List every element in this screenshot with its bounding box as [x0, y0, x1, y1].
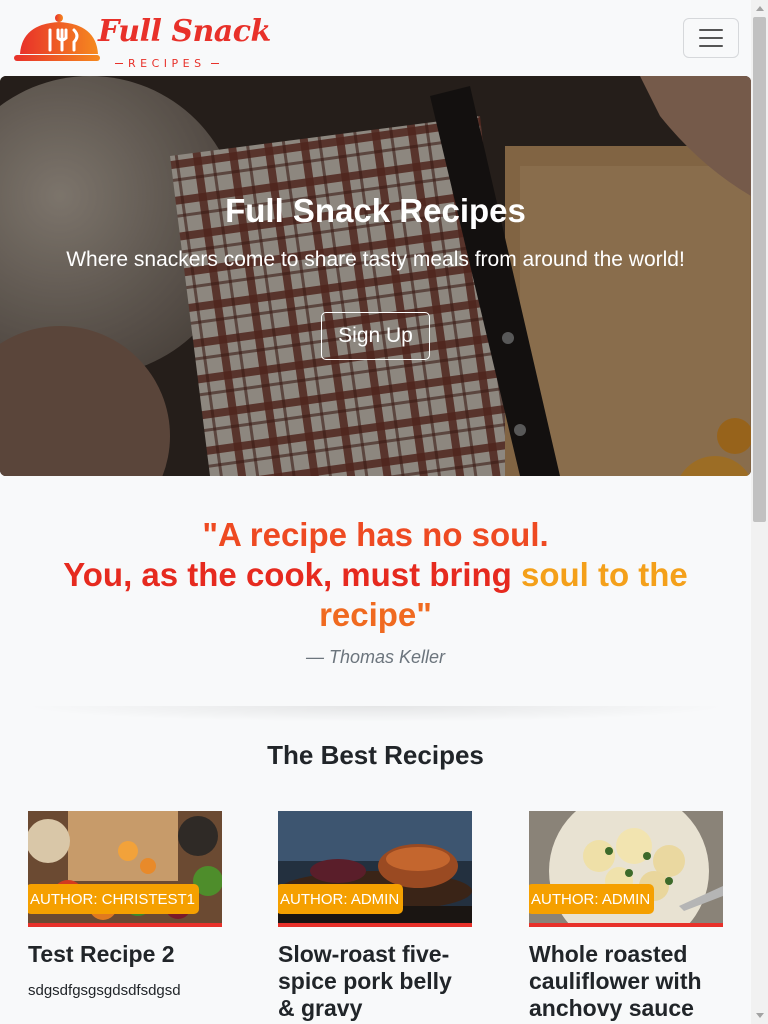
page: Full Snack RECIPES Full Snack Recipes Wh…	[0, 0, 751, 1024]
hero-subtitle: Where snackers come to share tasty meals…	[66, 248, 685, 271]
recipe-card[interactable]: AUTHOR: CHRISTEST1 Test Recipe 2 sdgsdfg…	[28, 811, 222, 999]
quote-author: — Thomas Keller	[305, 647, 446, 667]
best-recipes-heading: The Best Recipes	[267, 740, 484, 770]
brand-subtitle: RECIPES	[115, 57, 219, 70]
author-badge: AUTHOR: ADMIN	[278, 884, 404, 914]
scroll-down-arrow[interactable]	[751, 1007, 768, 1024]
recipe-title[interactable]: Whole roasted cauliflower with anchovy s…	[529, 941, 723, 1022]
author-badge: AUTHOR: ADMIN	[529, 884, 655, 914]
quote-line-3: recipe"	[319, 596, 432, 633]
brand-subtitle-text: RECIPES	[128, 57, 206, 70]
recipe-description: sdgsdfgsgsgdsdfsdgsd	[28, 982, 181, 999]
page-scrollbar[interactable]	[751, 0, 768, 1024]
quote-line-2: You, as the cook, must bring soul to the	[20, 555, 731, 595]
recipe-image[interactable]: AUTHOR: ADMIN	[278, 811, 472, 927]
scroll-up-arrow[interactable]	[751, 0, 768, 17]
quote-line-2a: You, as the cook, must bring	[63, 556, 521, 593]
brand-name: Full Snack	[98, 14, 271, 49]
sign-up-button[interactable]: Sign Up	[321, 312, 430, 360]
brand-logo[interactable]: Full Snack RECIPES	[12, 12, 271, 70]
recipe-card[interactable]: AUTHOR: ADMIN Slow-roast five-spice pork…	[278, 811, 472, 1022]
hero-title: Full Snack Recipes	[225, 192, 526, 229]
scrollbar-thumb[interactable]	[753, 17, 766, 522]
recipe-title[interactable]: Slow-roast five-spice pork belly & gravy	[278, 941, 472, 1022]
section-divider	[20, 706, 731, 722]
featured-quote: "A recipe has no soul. You, as the cook,…	[20, 515, 731, 635]
menu-toggle-button[interactable]	[683, 18, 739, 58]
recipe-title[interactable]: Test Recipe 2	[28, 941, 222, 968]
quote-line-2b: soul to the	[520, 556, 688, 593]
quote-line-1: "A recipe has no soul.	[202, 516, 549, 553]
recipe-image[interactable]: AUTHOR: CHRISTEST1	[28, 811, 222, 927]
recipe-card[interactable]: AUTHOR: ADMIN Whole roasted cauliflower …	[529, 811, 723, 1022]
recipe-image[interactable]: AUTHOR: ADMIN	[529, 811, 723, 927]
cloche-icon	[14, 14, 100, 61]
hero-banner: Full Snack Recipes Where snackers come t…	[0, 76, 751, 476]
navbar: Full Snack RECIPES	[0, 0, 751, 76]
author-badge: AUTHOR: CHRISTEST1	[28, 884, 200, 914]
